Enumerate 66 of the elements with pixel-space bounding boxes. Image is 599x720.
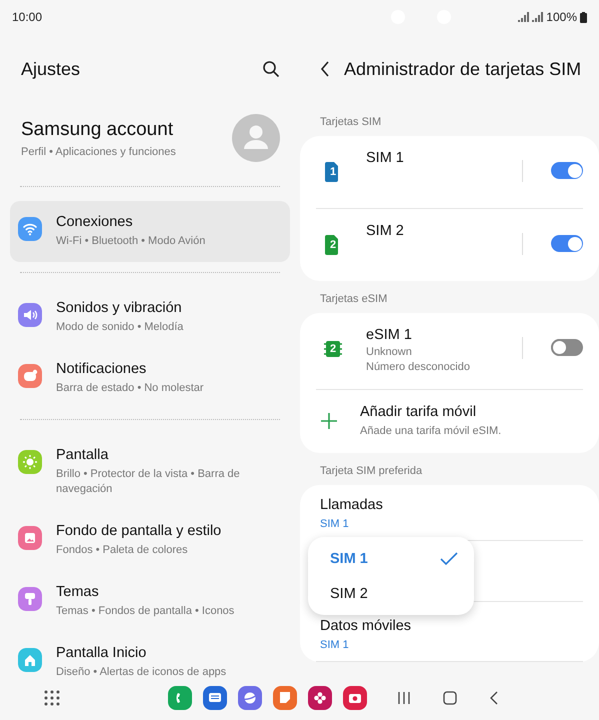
settings-item[interactable]: Pantalla Brillo • Protector de la vista • Barra de navegación [10, 434, 290, 510]
recent-apps-icon[interactable] [397, 691, 411, 705]
sim-name[interactable]: SIM 2 [366, 223, 404, 239]
preference-title[interactable]: Llamadas [320, 497, 383, 513]
item-title: Fondo de pantalla y estilo [56, 523, 222, 539]
sim-toggle[interactable] [551, 162, 583, 179]
item-subtitle: Barra de estado • No molestar [56, 381, 204, 396]
sim-name[interactable]: eSIM 1 [366, 327, 470, 343]
clock-time: 10:00 [12, 10, 42, 24]
item-title: Conexiones [56, 214, 134, 230]
sim-number: 2 [328, 342, 338, 357]
item-title: Pantalla Inicio [56, 645, 148, 661]
browser-app-icon[interactable] [238, 686, 262, 710]
preference-value: SIM 1 [320, 518, 350, 530]
back-icon[interactable] [320, 60, 330, 78]
sim-number: 1 [328, 165, 338, 180]
home-icon[interactable] [443, 691, 457, 705]
phone-app-icon[interactable] [168, 686, 192, 710]
search-icon[interactable] [262, 60, 280, 78]
sim-number: 2 [328, 238, 338, 253]
add-icon [320, 412, 338, 430]
account-name[interactable]: Samsung account [21, 118, 176, 140]
item-title: Notificaciones [56, 361, 148, 377]
sim-toggle[interactable] [551, 339, 583, 356]
section-label: Tarjetas eSIM [319, 292, 388, 307]
battery-icon [580, 12, 587, 22]
battery-level: 100% [546, 10, 577, 24]
account-subtitle: Perfil • Aplicaciones y funciones [21, 146, 176, 158]
menu-option[interactable]: SIM 2 [308, 576, 474, 611]
item-title: Pantalla [56, 447, 110, 463]
messages-app-icon[interactable] [203, 686, 227, 710]
flower-app-icon[interactable] [308, 686, 332, 710]
section-label: Tarjetas SIM [319, 115, 382, 130]
check-icon [440, 552, 458, 566]
settings-item[interactable]: Conexiones Wi-Fi • Bluetooth • Modo Avión [10, 201, 290, 262]
item-title: Temas [56, 584, 100, 600]
settings-item[interactable]: Sonidos y vibración Modo de sonido • Melodía [10, 287, 290, 348]
item-title: Sonidos y vibración [56, 300, 183, 316]
sim-detail: Número desconocido [366, 360, 470, 375]
item-subtitle: Fondos • Paleta de colores [56, 543, 189, 558]
camera-app-icon[interactable] [343, 686, 367, 710]
settings-item[interactable]: Notificaciones Barra de estado • No molestar [10, 348, 290, 409]
item-subtitle: Diseño • Alertas de iconos de apps [56, 665, 226, 680]
item-subtitle: Modo de sonido • Melodía [56, 320, 184, 335]
preference-value: SIM 1 [320, 639, 350, 651]
signal-icon [517, 11, 530, 23]
settings-item[interactable]: Pantalla Inicio Diseño • Alertas de iconos de apps [10, 632, 290, 680]
notes-app-icon[interactable] [273, 686, 297, 710]
settings-item[interactable]: Fondo de pantalla y estilo Fondos • Paleta de colores [10, 510, 290, 571]
item-subtitle: Wi-Fi • Bluetooth • Modo Avión [56, 234, 206, 249]
sim-detail: Unknown [366, 345, 413, 360]
sim-name[interactable]: SIM 1 [366, 150, 404, 166]
add-plan-subtitle: Añade una tarifa móvil eSIM. [360, 424, 502, 439]
item-subtitle: Brillo • Protector de la vista • Barra de navegación [56, 467, 241, 497]
back-icon[interactable] [489, 691, 499, 705]
menu-option[interactable]: SIM 1 [308, 541, 474, 576]
settings-item[interactable]: Temas Temas • Fondos de pantalla • Iconos [10, 571, 290, 632]
page-title: Administrador de tarjetas SIM [344, 58, 582, 80]
add-plan-title[interactable]: Añadir tarifa móvil [360, 404, 502, 420]
preference-title[interactable]: Datos móviles [320, 618, 412, 634]
signal-icon [531, 11, 544, 23]
app-drawer-icon[interactable] [44, 690, 60, 706]
section-label: Tarjeta SIM preferida [319, 464, 424, 479]
item-subtitle: Temas • Fondos de pantalla • Iconos [56, 604, 234, 619]
sim-toggle[interactable] [551, 235, 583, 252]
settings-title: Ajustes [21, 58, 80, 80]
